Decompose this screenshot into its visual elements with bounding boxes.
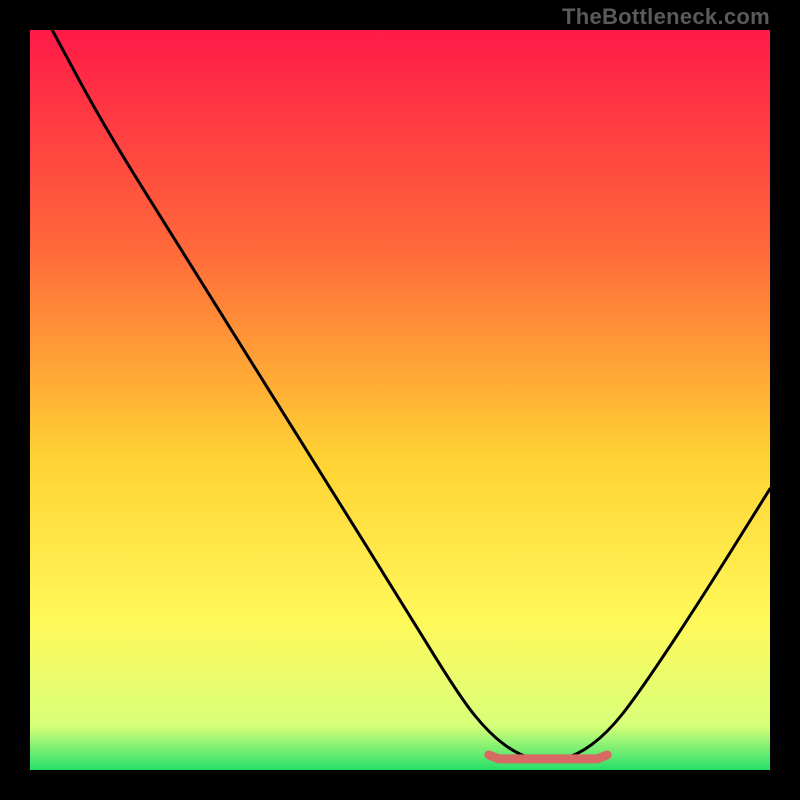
gradient-background xyxy=(30,30,770,770)
bottleneck-chart xyxy=(30,30,770,770)
watermark-text: TheBottleneck.com xyxy=(562,4,770,30)
optimal-range-marker xyxy=(489,755,607,759)
plot-area xyxy=(30,30,770,770)
chart-frame: TheBottleneck.com xyxy=(0,0,800,800)
